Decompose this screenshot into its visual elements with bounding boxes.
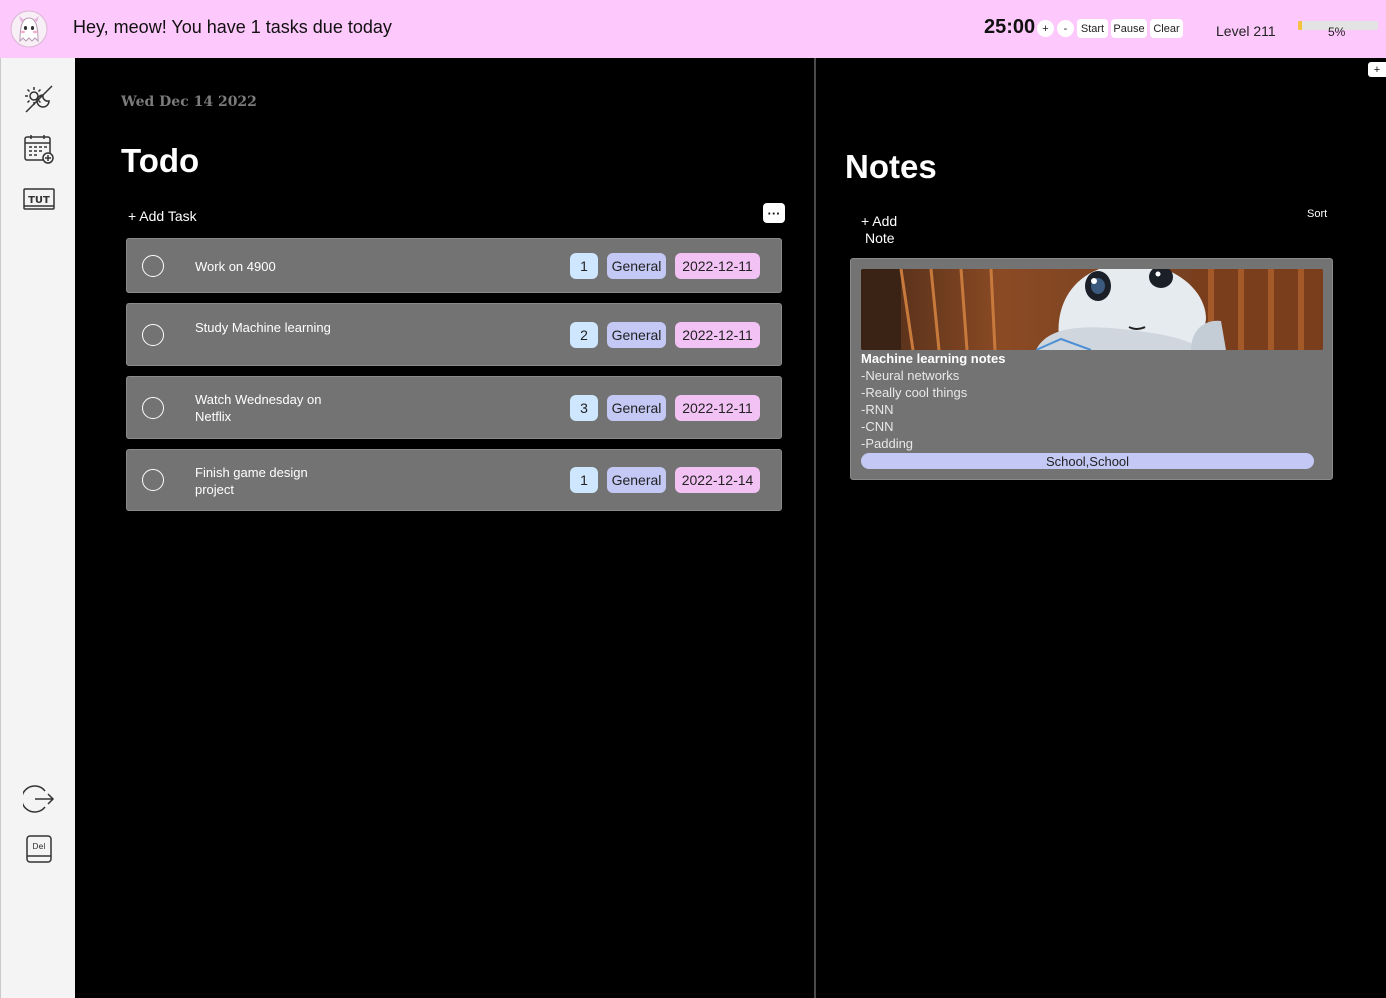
timer-start-button[interactable]: Start — [1077, 19, 1108, 38]
task-priority-badge: 1 — [570, 253, 598, 279]
task-priority-badge: 3 — [570, 395, 598, 421]
task-name: Finish game design project — [195, 465, 308, 497]
more-options-button[interactable]: ··· — [763, 203, 785, 223]
current-date: Wed Dec 14 2022 — [121, 94, 257, 110]
todo-panel: Wed Dec 14 2022 Todo + Add Task ··· Work… — [75, 58, 816, 998]
task-complete-checkbox[interactable] — [142, 255, 164, 277]
delete-icon[interactable]: Del — [23, 833, 55, 865]
task-name: Watch Wednesday on Netflix — [195, 392, 322, 424]
xp-progress-fill — [1298, 21, 1302, 30]
task-item[interactable]: Watch Wednesday on Netflix 3 General 202… — [126, 376, 782, 439]
task-due-date-badge: 2022-12-14 — [675, 467, 760, 493]
svg-text:TUT: TUT — [28, 195, 50, 206]
task-due-date-badge: 2022-12-11 — [675, 395, 760, 421]
sidebar: TUT Del — [0, 58, 75, 998]
timer-pause-button[interactable]: Pause — [1111, 19, 1147, 38]
task-category-badge: General — [607, 467, 666, 493]
top-header: Hey, meow! You have 1 tasks due today 25… — [0, 0, 1386, 58]
add-note-label-line2: Note — [865, 230, 895, 246]
xp-percent: 5% — [1328, 25, 1346, 39]
task-complete-checkbox[interactable] — [142, 469, 164, 491]
note-line: -Neural networks — [861, 368, 960, 383]
timer-increase-button[interactable]: + — [1037, 20, 1054, 37]
task-item[interactable]: Finish game design project 1 General 202… — [126, 449, 782, 511]
sort-notes-button[interactable]: Sort — [1307, 208, 1327, 220]
task-name: Work on 4900 — [195, 259, 276, 274]
add-panel-tab[interactable]: + — [1368, 62, 1386, 77]
add-note-label-line1: + Add — [861, 213, 898, 229]
notes-panel: + Notes + Add Note Sort Machine learning… — [817, 58, 1386, 998]
svg-text:Del: Del — [32, 842, 45, 851]
note-tags-badge: School,School — [861, 453, 1314, 469]
add-note-button[interactable]: + Add Note — [861, 213, 897, 247]
note-line: -Padding — [861, 436, 914, 451]
note-cover-image — [861, 269, 1323, 350]
logout-icon[interactable] — [23, 783, 55, 815]
theme-toggle-icon[interactable] — [23, 83, 55, 115]
tutorial-icon[interactable]: TUT — [23, 184, 55, 216]
note-card[interactable]: Machine learning notes -Neural networks … — [850, 258, 1333, 480]
task-due-date-badge: 2022-12-11 — [675, 253, 760, 279]
task-item[interactable]: Work on 4900 1 General 2022-12-11 — [126, 238, 782, 293]
task-category-badge: General — [607, 395, 666, 421]
note-line: -RNN — [861, 402, 894, 417]
ghost-avatar-icon[interactable] — [10, 10, 48, 48]
task-category-badge: General — [607, 322, 666, 348]
task-category-badge: General — [607, 253, 666, 279]
todo-title: Todo — [121, 142, 200, 179]
note-title: Machine learning notes — [861, 351, 1006, 366]
greeting-text: Hey, meow! You have 1 tasks due today — [73, 17, 392, 37]
task-priority-badge: 1 — [570, 467, 598, 493]
task-due-date-badge: 2022-12-11 — [675, 322, 760, 348]
note-line: -Really cool things — [861, 385, 968, 400]
notes-title: Notes — [845, 148, 937, 185]
timer-decrease-button[interactable]: - — [1057, 20, 1074, 37]
note-line: -CNN — [861, 419, 894, 434]
add-task-button[interactable]: + Add Task — [128, 208, 197, 224]
calendar-add-icon[interactable] — [23, 133, 55, 165]
timer-clear-button[interactable]: Clear — [1150, 19, 1183, 38]
task-complete-checkbox[interactable] — [142, 397, 164, 419]
pomodoro-timer: 25:00 — [984, 16, 1036, 38]
task-complete-checkbox[interactable] — [142, 324, 164, 346]
task-name: Study Machine learning — [195, 320, 331, 335]
task-priority-badge: 2 — [570, 322, 598, 348]
level-label: Level 211 — [1216, 23, 1276, 39]
task-item[interactable]: Study Machine learning 2 General 2022-12… — [126, 303, 782, 366]
